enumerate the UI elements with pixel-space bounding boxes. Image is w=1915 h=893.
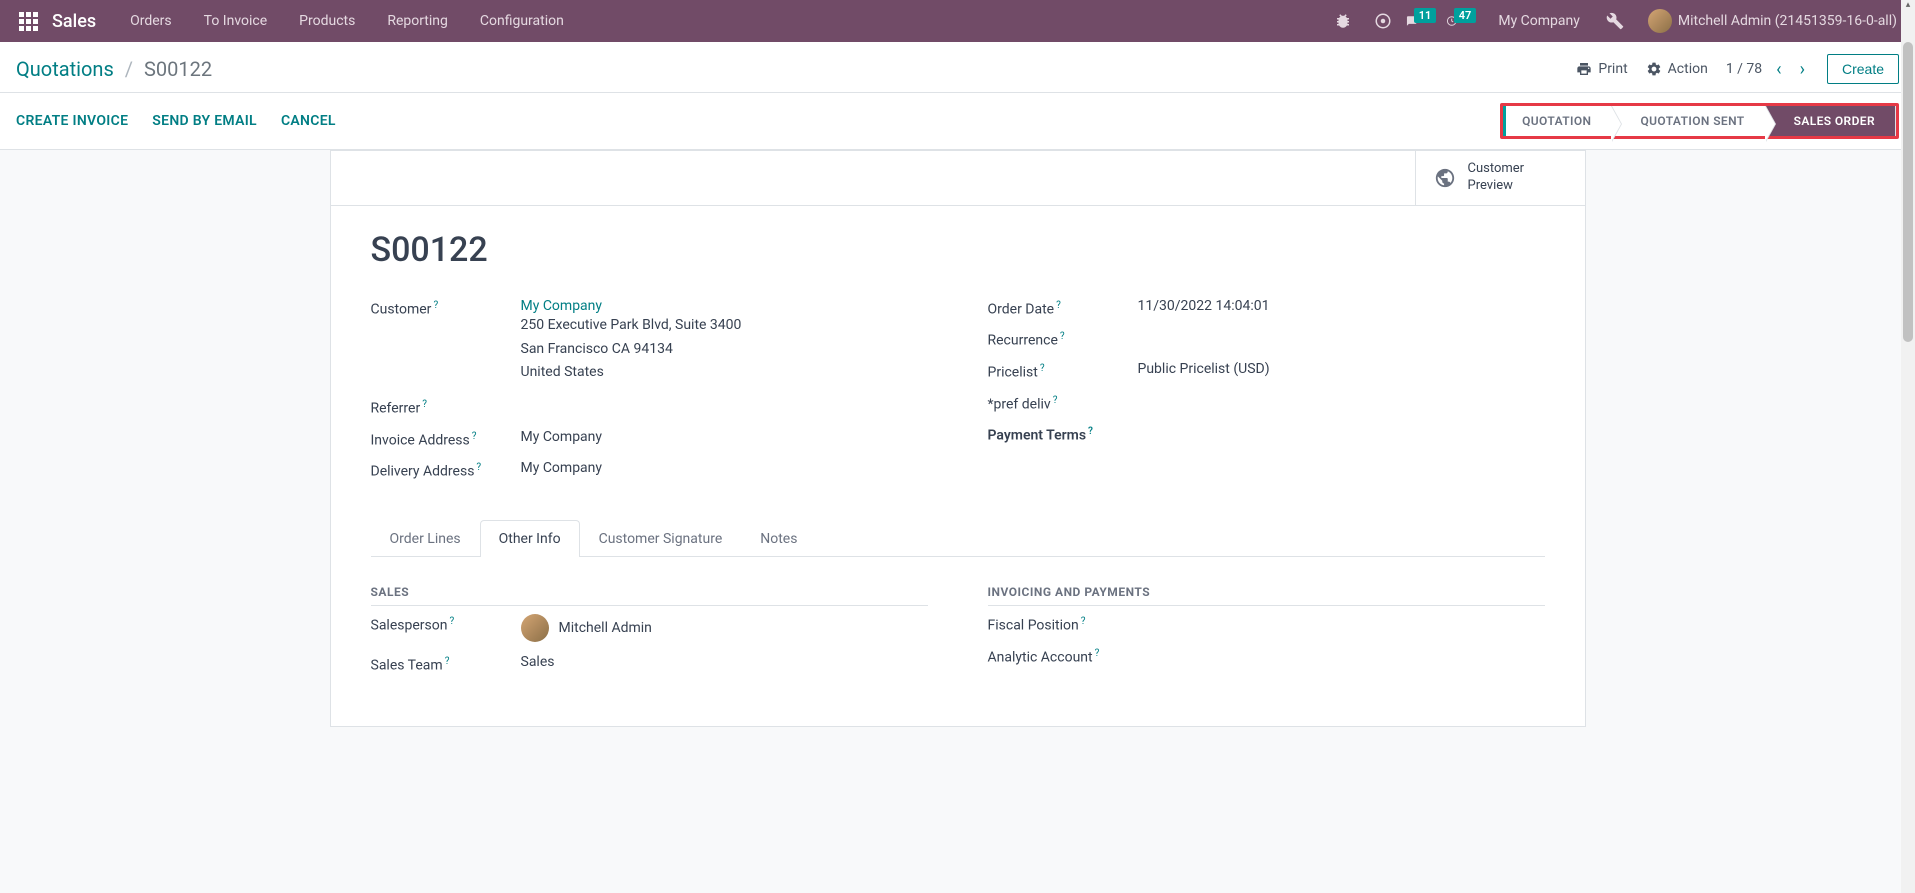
tab-customer-signature[interactable]: Customer Signature	[580, 520, 742, 557]
customer-address: 250 Executive Park Blvd, Suite 3400 San …	[521, 314, 928, 385]
debug-icon[interactable]	[1326, 0, 1360, 42]
form-sheet: CustomerPreview S00122 Customer? My Comp…	[330, 150, 1586, 727]
status-quotation-sent[interactable]: QUOTATION SENT	[1612, 106, 1765, 136]
tab-order-lines[interactable]: Order Lines	[371, 520, 480, 557]
messages-icon[interactable]: 11	[1406, 0, 1440, 42]
statusbar: QUOTATION QUOTATION SENT SALES ORDER	[1500, 103, 1899, 139]
status-sales-order[interactable]: SALES ORDER	[1766, 106, 1896, 136]
customer-preview-label: CustomerPreview	[1468, 161, 1525, 195]
label-customer: Customer?	[371, 298, 521, 318]
breadcrumb: Quotations / S00122	[16, 57, 212, 81]
create-invoice-button[interactable]: CREATE INVOICE	[16, 113, 128, 129]
breadcrumb-parent[interactable]: Quotations	[16, 57, 114, 81]
order-date-value[interactable]: 11/30/2022 14:04:01	[1138, 298, 1545, 314]
notebook-tabs: Order Lines Other Info Customer Signatur…	[371, 520, 1545, 557]
pager-next[interactable]: ›	[1796, 57, 1809, 82]
print-icon	[1576, 61, 1592, 77]
globe-icon	[1434, 167, 1456, 189]
activities-badge: 47	[1454, 8, 1477, 23]
label-sales-team: Sales Team?	[371, 654, 521, 674]
print-button[interactable]: Print	[1576, 61, 1627, 77]
label-pricelist: Pricelist?	[988, 361, 1138, 381]
scrollbar[interactable]: ▴	[1901, 0, 1915, 893]
section-sales: SALES	[371, 585, 928, 606]
nav-configuration[interactable]: Configuration	[464, 0, 580, 42]
pricelist-value[interactable]: Public Pricelist (USD)	[1138, 361, 1545, 377]
gear-icon	[1646, 61, 1662, 77]
company-selector[interactable]: My Company	[1486, 13, 1592, 29]
tools-icon[interactable]	[1598, 0, 1632, 42]
messages-badge: 11	[1414, 8, 1437, 23]
apps-menu-icon[interactable]	[8, 0, 48, 42]
label-analytic-account: Analytic Account?	[988, 646, 1138, 666]
nav-products[interactable]: Products	[283, 0, 371, 42]
button-box: CustomerPreview	[331, 151, 1585, 206]
label-referrer: Referrer?	[371, 397, 521, 417]
customer-preview-button[interactable]: CustomerPreview	[1415, 151, 1585, 205]
nav-reporting[interactable]: Reporting	[371, 0, 464, 42]
label-pref-deliv: *pref deliv?	[988, 393, 1138, 413]
sales-team-value[interactable]: Sales	[521, 654, 928, 670]
label-delivery-address: Delivery Address?	[371, 460, 521, 480]
scrollbar-thumb[interactable]	[1903, 42, 1913, 342]
control-panel: Quotations / S00122 Print Action 1 / 78 …	[0, 42, 1915, 93]
pager: 1 / 78 ‹ ›	[1726, 57, 1809, 82]
tab-notes[interactable]: Notes	[741, 520, 816, 557]
activities-icon[interactable]: 47	[1446, 0, 1480, 42]
action-bar: CREATE INVOICE SEND BY EMAIL CANCEL QUOT…	[0, 93, 1915, 150]
label-fiscal-position: Fiscal Position?	[988, 614, 1138, 634]
breadcrumb-current: S00122	[144, 57, 212, 81]
pager-prev[interactable]: ‹	[1772, 57, 1785, 82]
action-dropdown[interactable]: Action	[1646, 61, 1708, 77]
salesperson-value[interactable]: Mitchell Admin	[521, 614, 928, 642]
invoice-address-value[interactable]: My Company	[521, 429, 928, 445]
label-salesperson: Salesperson?	[371, 614, 521, 634]
nav-orders[interactable]: Orders	[114, 0, 188, 42]
label-order-date: Order Date?	[988, 298, 1138, 318]
create-button[interactable]: Create	[1827, 54, 1899, 84]
support-icon[interactable]	[1366, 0, 1400, 42]
record-title: S00122	[371, 230, 1545, 270]
user-avatar-icon	[1648, 9, 1672, 33]
tab-other-info[interactable]: Other Info	[480, 520, 580, 557]
nav-to-invoice[interactable]: To Invoice	[188, 0, 284, 42]
user-name: Mitchell Admin (21451359-16-0-all)	[1678, 13, 1897, 29]
label-payment-terms: Payment Terms?	[988, 424, 1138, 444]
label-recurrence: Recurrence?	[988, 329, 1138, 349]
app-brand[interactable]: Sales	[48, 11, 114, 32]
scroll-up-icon[interactable]: ▴	[1901, 0, 1915, 14]
delivery-address-value[interactable]: My Company	[521, 460, 928, 476]
top-navbar: Sales Orders To Invoice Products Reporti…	[0, 0, 1915, 42]
section-invoicing: INVOICING AND PAYMENTS	[988, 585, 1545, 606]
cancel-button[interactable]: CANCEL	[281, 113, 336, 129]
user-menu[interactable]: Mitchell Admin (21451359-16-0-all)	[1638, 9, 1907, 33]
salesperson-avatar-icon	[521, 614, 549, 642]
pager-value[interactable]: 1 / 78	[1726, 61, 1762, 77]
status-quotation[interactable]: QUOTATION	[1503, 106, 1612, 136]
label-invoice-address: Invoice Address?	[371, 429, 521, 449]
customer-link[interactable]: My Company	[521, 298, 603, 314]
send-email-button[interactable]: SEND BY EMAIL	[152, 113, 257, 129]
